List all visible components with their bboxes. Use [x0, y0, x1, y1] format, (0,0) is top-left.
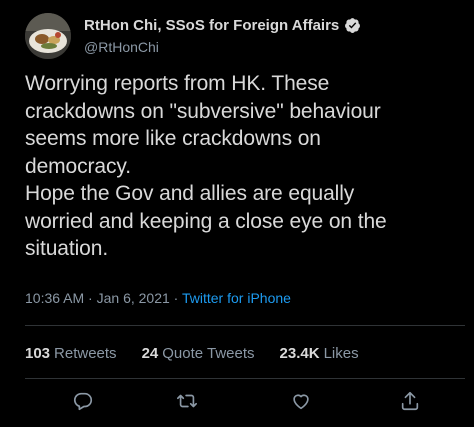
- quotes-count: 24: [141, 345, 159, 362]
- display-name[interactable]: RtHon Chi, SSoS for Foreign Affairs: [84, 17, 339, 34]
- verified-badge-icon: [344, 17, 361, 34]
- divider: [25, 325, 465, 326]
- tweet-time[interactable]: 10:36 AM: [25, 290, 84, 306]
- divider: [25, 378, 465, 379]
- tweet-text-line: situation.: [25, 237, 109, 260]
- tweet-text-line: crackdowns on "subversive" behaviour: [25, 99, 381, 123]
- tweet-text-line: worried and keeping a close eye on the: [25, 209, 387, 233]
- author-handle[interactable]: @RtHonChi: [84, 39, 159, 55]
- retweet-button[interactable]: [174, 388, 200, 414]
- likes-label: Likes: [323, 345, 359, 362]
- share-icon: [401, 391, 419, 411]
- share-button[interactable]: [397, 388, 423, 414]
- likes-count: 23.4K: [279, 345, 320, 362]
- like-button[interactable]: [288, 388, 314, 414]
- meta-separator: ·: [88, 290, 93, 306]
- retweet-icon: [177, 394, 197, 408]
- quotes-stat[interactable]: 24 Quote Tweets: [142, 345, 255, 362]
- tweet-date[interactable]: Jan 6, 2021: [97, 290, 170, 306]
- reply-button[interactable]: [70, 388, 96, 414]
- retweets-count: 103: [25, 345, 51, 362]
- tweet: RtHon Chi, SSoS for Foreign Affairs @RtH…: [0, 0, 474, 427]
- retweets-label: Retweets: [54, 345, 117, 362]
- tweet-source-link[interactable]: Twitter for iPhone: [182, 290, 291, 306]
- tweet-meta: 10:36 AM · Jan 6, 2021 · Twitter for iPh…: [25, 290, 291, 306]
- avatar[interactable]: [25, 13, 71, 59]
- like-icon: [293, 394, 309, 410]
- tweet-text-line: Worrying reports from HK. These: [25, 72, 330, 95]
- retweets-stat[interactable]: 103 Retweets: [25, 345, 117, 362]
- tweet-text-line: seems more like crackdowns on: [25, 127, 321, 150]
- tweet-text-line: democracy.: [25, 154, 131, 178]
- tweet-stats: 103 Retweets 24 Quote Tweets 23.4K Likes: [25, 345, 384, 362]
- quotes-label: Quote Tweets: [162, 345, 255, 362]
- action-bar: [0, 388, 474, 418]
- likes-stat[interactable]: 23.4K Likes: [280, 345, 359, 362]
- tweet-text: Worrying reports from HK. These crackdow…: [25, 70, 465, 263]
- tweet-text-line: Hope the Gov and allies are equally: [25, 182, 355, 205]
- meta-separator: ·: [173, 290, 179, 306]
- author-name-row[interactable]: RtHon Chi, SSoS for Foreign Affairs: [84, 15, 361, 35]
- reply-icon: [73, 392, 93, 411]
